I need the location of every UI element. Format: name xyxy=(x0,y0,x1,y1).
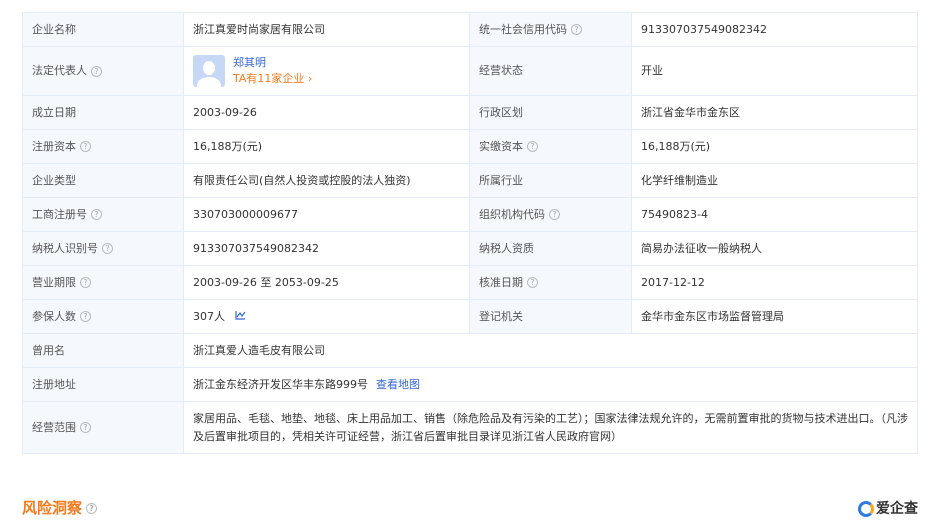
help-icon[interactable]: ? xyxy=(80,311,91,322)
section-title-text: 风险洞察 xyxy=(22,499,83,517)
value: 2003-09-26 至 2053-09-25 xyxy=(183,265,470,300)
table-row: 注册资本? 16,188万(元) 实缴资本? 16,188万(元) xyxy=(22,129,918,164)
label: 企业名称 xyxy=(22,12,184,47)
value: 75490823-4 xyxy=(631,197,918,232)
value: 330703000009677 xyxy=(183,197,470,232)
value: 2003-09-26 xyxy=(183,95,470,130)
table-row: 成立日期 2003-09-26 行政区划 浙江省金华市金东区 xyxy=(22,95,918,130)
help-icon[interactable]: ? xyxy=(527,141,538,152)
table-row: 法定代表人? 郑其明 TA有11家企业 › 经营状态 开业 xyxy=(22,46,918,96)
value: 2017-12-12 xyxy=(631,265,918,300)
address: 浙江金东经济开发区华丰东路999号 xyxy=(193,377,368,391)
label-text: 参保人数 xyxy=(32,309,76,323)
company-info-table: 企业名称 浙江真爱时尚家居有限公司 统一社会信用代码? 913307037549082… xyxy=(22,12,918,454)
label: 行政区划 xyxy=(469,95,632,130)
value: 简易办法征收一般纳税人 xyxy=(631,231,918,266)
label: 核准日期? xyxy=(469,265,632,300)
value: 浙江真爱人造毛皮有限公司 xyxy=(183,333,918,368)
label: 登记机关 xyxy=(469,299,632,334)
insured-count: 307人 xyxy=(193,309,225,323)
help-icon[interactable]: ? xyxy=(571,24,582,35)
label-text: 核准日期 xyxy=(479,275,523,289)
help-icon[interactable]: ? xyxy=(80,141,91,152)
label: 成立日期 xyxy=(22,95,184,130)
label: 曾用名 xyxy=(22,333,184,368)
avatar[interactable] xyxy=(193,55,225,87)
legal-rep-companies-link[interactable]: TA有11家企业 › xyxy=(233,71,312,87)
label: 纳税人识别号? xyxy=(22,231,184,266)
help-icon[interactable]: ? xyxy=(102,243,113,254)
label: 营业期限? xyxy=(22,265,184,300)
label: 企业类型 xyxy=(22,163,184,198)
logo-icon xyxy=(858,501,874,517)
table-row: 注册地址 浙江金东经济开发区华丰东路999号 查看地图 xyxy=(22,367,918,402)
label: 经营状态 xyxy=(469,46,632,96)
help-icon[interactable]: ? xyxy=(527,277,538,288)
label: 注册地址 xyxy=(22,367,184,402)
legal-rep: 郑其明 TA有11家企业 › xyxy=(183,46,470,96)
label: 组织机构代码? xyxy=(469,197,632,232)
value: 浙江金东经济开发区华丰东路999号 查看地图 xyxy=(183,367,918,402)
help-icon[interactable]: ? xyxy=(549,209,560,220)
help-icon[interactable]: ? xyxy=(91,209,102,220)
value: 浙江省金华市金东区 xyxy=(631,95,918,130)
section-title: 风险洞察? xyxy=(22,497,98,518)
label-text: 营业期限 xyxy=(32,275,76,289)
label-text: 法定代表人 xyxy=(32,64,87,77)
label: 纳税人资质 xyxy=(469,231,632,266)
label-text: 组织机构代码 xyxy=(479,207,545,221)
label: 所属行业 xyxy=(469,163,632,198)
help-icon[interactable]: ? xyxy=(80,422,91,433)
value: 16,188万(元) xyxy=(183,129,470,164)
value: 16,188万(元) xyxy=(631,129,918,164)
help-icon[interactable]: ? xyxy=(86,503,98,514)
label-text: 注册资本 xyxy=(32,139,76,153)
table-row: 企业类型 有限责任公司(自然人投资或控股的法人独资) 所属行业 化学纤维制造业 xyxy=(22,163,918,198)
label: 实缴资本? xyxy=(469,129,632,164)
table-row: 纳税人识别号? 913307037549082342 纳税人资质 简易办法征收一般纳税… xyxy=(22,231,918,266)
label: 参保人数? xyxy=(22,299,184,334)
value: 有限责任公司(自然人投资或控股的法人独资) xyxy=(183,163,470,198)
table-row: 参保人数? 307人 登记机关 金华市金东区市场监督管理局 xyxy=(22,299,918,334)
value: 913307037549082342 xyxy=(183,231,470,266)
legal-rep-name[interactable]: 郑其明 xyxy=(233,55,312,71)
view-map-link[interactable]: 查看地图 xyxy=(376,378,420,391)
value: 浙江真爱时尚家居有限公司 xyxy=(183,12,470,47)
trend-chart-icon[interactable] xyxy=(235,310,246,323)
label: 注册资本? xyxy=(22,129,184,164)
label-text: 经营范围 xyxy=(32,420,76,434)
value: 家居用品、毛毯、地垫、地毯、床上用品加工、销售（除危险品及有污染的工艺）；国家法… xyxy=(183,401,918,454)
help-icon[interactable]: ? xyxy=(91,65,102,77)
label: 经营范围? xyxy=(22,401,184,454)
value: 化学纤维制造业 xyxy=(631,163,918,198)
help-icon[interactable]: ? xyxy=(80,277,91,288)
table-row: 曾用名 浙江真爱人造毛皮有限公司 xyxy=(22,333,918,368)
label: 法定代表人? xyxy=(22,46,184,96)
table-row: 企业名称 浙江真爱时尚家居有限公司 统一社会信用代码? 913307037549082… xyxy=(22,12,918,47)
table-row: 工商注册号? 330703000009677 组织机构代码? 75490823-4 xyxy=(22,197,918,232)
value: 开业 xyxy=(631,46,918,96)
label-text: 工商注册号 xyxy=(32,207,87,221)
label: 工商注册号? xyxy=(22,197,184,232)
value: 金华市金东区市场监督管理局 xyxy=(631,299,918,334)
label: 统一社会信用代码? xyxy=(469,12,632,47)
label-text: 统一社会信用代码 xyxy=(479,22,567,36)
value: 307人 xyxy=(183,299,470,334)
aiqicha-logo: 爱企查 xyxy=(858,498,918,518)
logo-text: 爱企查 xyxy=(876,501,918,517)
value: 913307037549082342 xyxy=(631,12,918,47)
label-text: 纳税人识别号 xyxy=(32,241,98,255)
label-text: 实缴资本 xyxy=(479,139,523,153)
table-row: 经营范围? 家居用品、毛毯、地垫、地毯、床上用品加工、销售（除危险品及有污染的工艺… xyxy=(22,401,918,454)
table-row: 营业期限? 2003-09-26 至 2053-09-25 核准日期? 2017-12… xyxy=(22,265,918,300)
